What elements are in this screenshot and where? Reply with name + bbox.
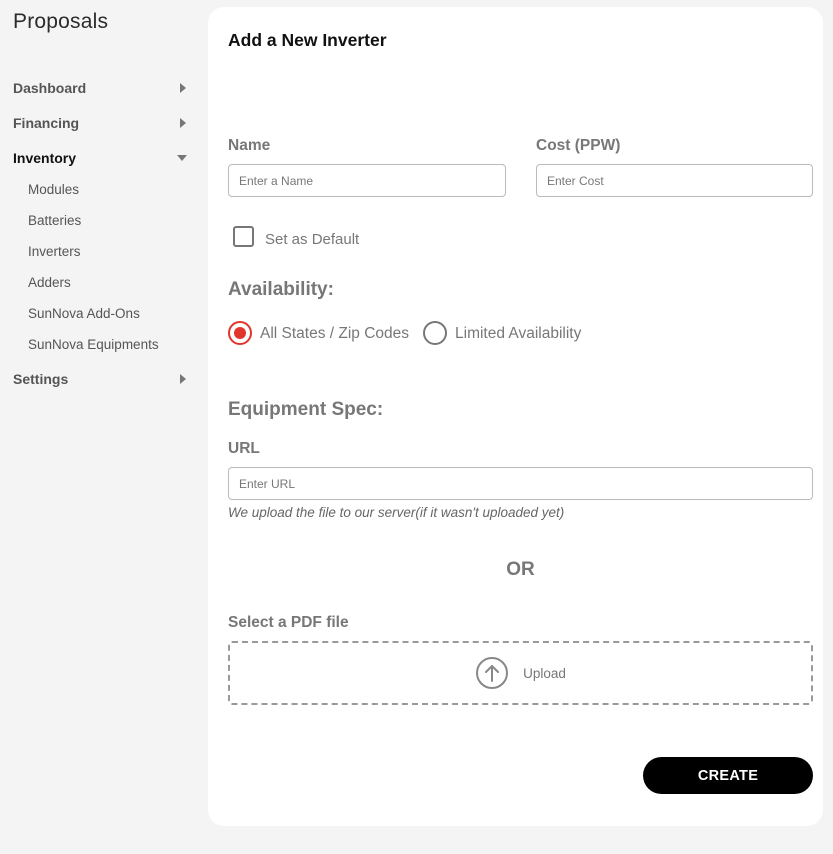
- sidebar-item-label: Settings: [13, 371, 69, 387]
- caret-right-icon: [180, 83, 186, 93]
- sidebar: Proposals Dashboard Financing Inventory …: [0, 0, 200, 854]
- cost-input[interactable]: [536, 164, 813, 197]
- upload-label: Upload: [523, 665, 566, 681]
- url-helper-text: We upload the file to our server(if it w…: [228, 505, 565, 520]
- sidebar-subitem-batteries[interactable]: Batteries: [28, 213, 81, 228]
- radio-all-states-label: All States / Zip Codes: [260, 325, 410, 342]
- page: Proposals Dashboard Financing Inventory …: [0, 0, 833, 854]
- availability-title: Availability:: [228, 279, 334, 300]
- sidebar-subitem-adders[interactable]: Adders: [28, 275, 71, 290]
- upload-dropzone[interactable]: Upload: [228, 641, 813, 705]
- set-default-checkbox[interactable]: [233, 226, 254, 247]
- url-input[interactable]: [228, 467, 813, 500]
- sidebar-subitem-sunnova-add-ons[interactable]: SunNova Add-Ons: [28, 306, 140, 321]
- radio-limited-availability-label: Limited Availability: [455, 325, 582, 342]
- set-default-label: Set as Default: [265, 231, 360, 248]
- sidebar-subitem-inverters[interactable]: Inverters: [28, 244, 81, 259]
- name-label: Name: [228, 137, 271, 154]
- cost-label: Cost (PPW): [536, 137, 621, 154]
- caret-right-icon: [180, 374, 186, 384]
- sidebar-subitem-sunnova-equipments[interactable]: SunNova Equipments: [28, 337, 159, 352]
- equipment-spec-title: Equipment Spec:: [228, 399, 384, 420]
- name-input[interactable]: [228, 164, 506, 197]
- radio-limited-availability[interactable]: [423, 321, 447, 345]
- sidebar-item-inventory[interactable]: Inventory: [13, 150, 190, 166]
- url-label: URL: [228, 440, 260, 457]
- page-title: Add a New Inverter: [228, 30, 387, 50]
- caret-right-icon: [180, 118, 186, 128]
- sidebar-subitem-modules[interactable]: Modules: [28, 182, 79, 197]
- upload-arrow-circle-icon: [476, 657, 509, 689]
- create-button[interactable]: CREATE: [643, 757, 813, 794]
- caret-down-icon: [177, 155, 187, 161]
- sidebar-item-settings[interactable]: Settings: [13, 371, 190, 387]
- sidebar-item-label: Financing: [13, 115, 80, 131]
- add-inverter-card: Add a New Inverter Name Cost (PPW) Set a…: [208, 7, 823, 826]
- sidebar-item-label: Dashboard: [13, 80, 87, 96]
- or-divider: OR: [506, 559, 535, 580]
- sidebar-item-financing[interactable]: Financing: [13, 115, 190, 131]
- sidebar-item-label: Inventory: [13, 150, 77, 166]
- pdf-label: Select a PDF file: [228, 614, 349, 631]
- radio-all-states[interactable]: [228, 321, 252, 345]
- sidebar-item-dashboard[interactable]: Dashboard: [13, 80, 190, 96]
- app-title: Proposals: [13, 10, 109, 33]
